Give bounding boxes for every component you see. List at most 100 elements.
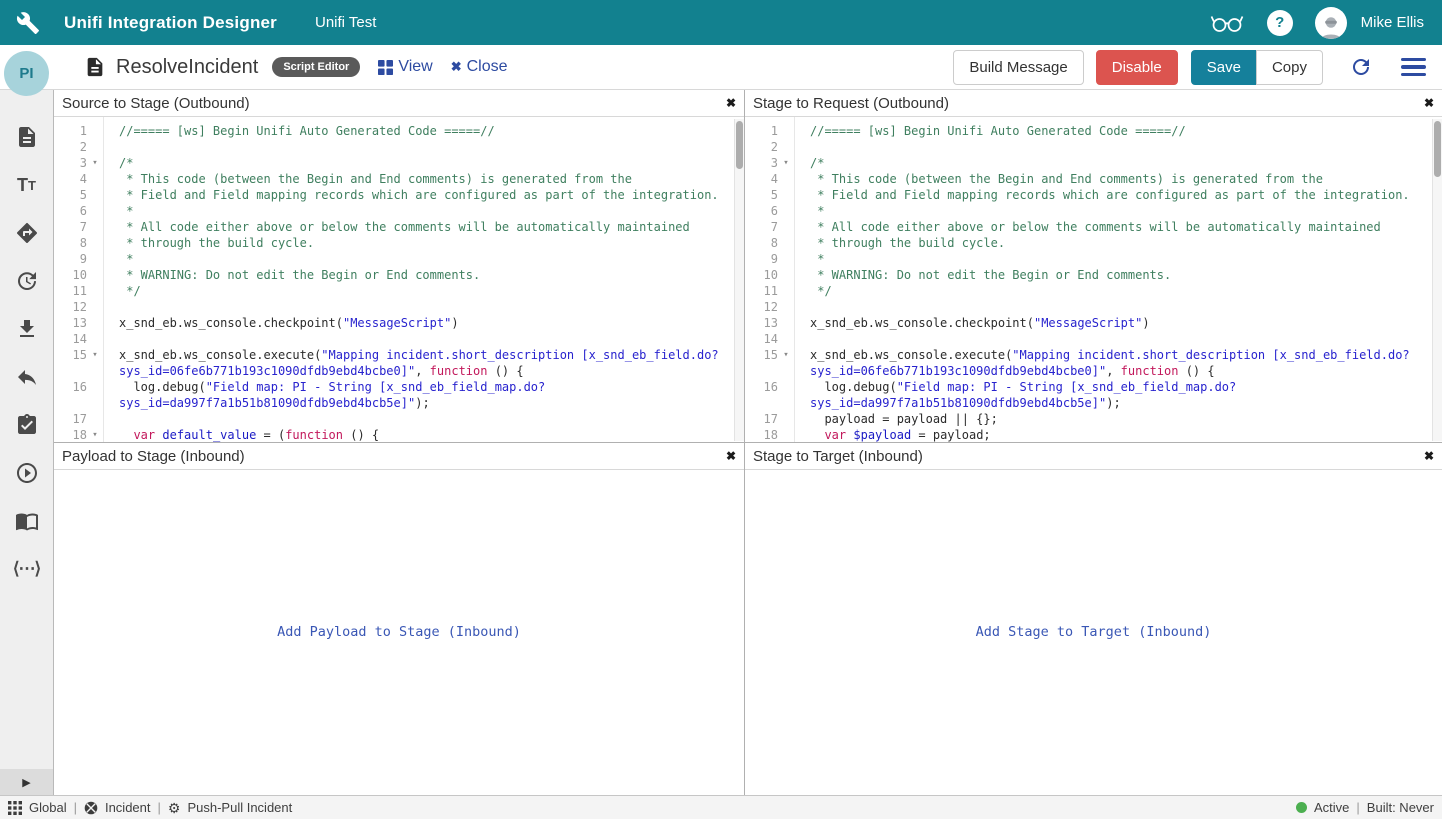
- fold-gutter: [778, 315, 794, 331]
- add-stage-to-target-link[interactable]: Add Stage to Target (Inbound): [976, 624, 1212, 640]
- table-label[interactable]: Incident: [105, 800, 151, 815]
- active-status-dot: [1296, 802, 1307, 813]
- code-text: payload = payload || {};: [794, 411, 998, 427]
- glasses-icon[interactable]: [1209, 13, 1245, 33]
- panel-close-icon[interactable]: ✖: [1424, 449, 1434, 463]
- fold-gutter: [778, 379, 794, 395]
- status-bar: Global | Incident | ⚙ Push-Pull Incident…: [0, 795, 1442, 819]
- history-icon[interactable]: [15, 269, 39, 293]
- fold-gutter: [778, 411, 794, 427]
- panel-payload-to-stage: Payload to Stage (Inbound) ✖ Add Payload…: [54, 443, 745, 795]
- code-text: */: [794, 283, 832, 299]
- close-button[interactable]: ✖ Close: [451, 58, 508, 76]
- refresh-icon[interactable]: [1349, 55, 1373, 79]
- fold-arrow-icon[interactable]: ▾: [87, 427, 103, 443]
- directions-icon[interactable]: [15, 221, 39, 245]
- integration-name[interactable]: Unifi Test: [315, 14, 376, 31]
- code-text: var $payload = payload;: [794, 427, 991, 443]
- app-title: Unifi Integration Designer: [64, 13, 277, 33]
- code-text: log.debug("Field map: PI - String [x_snd…: [794, 379, 1236, 395]
- code-text: [794, 139, 810, 155]
- text-format-icon[interactable]: TT: [15, 173, 39, 197]
- copy-button[interactable]: Copy: [1256, 50, 1323, 85]
- panel-stage-to-target: Stage to Target (Inbound) ✖ Add Stage to…: [745, 443, 1442, 795]
- fold-gutter: [778, 283, 794, 299]
- scrollbar[interactable]: [1432, 119, 1442, 441]
- code-line: 11 */: [745, 283, 1442, 299]
- line-number: 16: [745, 379, 778, 395]
- code-line: 7 * All code either above or below the c…: [54, 219, 744, 235]
- wrench-icon: [16, 11, 40, 35]
- code-line: 2: [54, 139, 744, 155]
- user-name[interactable]: Mike Ellis: [1361, 14, 1424, 31]
- sidebar-expand-arrow-icon[interactable]: ▶: [0, 769, 53, 795]
- code-text: /*: [794, 155, 824, 171]
- fold-gutter: [87, 235, 103, 251]
- help-icon[interactable]: ?: [1267, 10, 1293, 36]
- download-icon[interactable]: [15, 317, 39, 341]
- code-line: 1//===== [ws] Begin Unifi Auto Generated…: [54, 123, 744, 139]
- fold-gutter: [87, 123, 103, 139]
- fold-arrow-icon[interactable]: ▾: [87, 155, 103, 171]
- code-line: 16 log.debug("Field map: PI - String [x_…: [54, 379, 744, 395]
- line-number: 5: [54, 187, 87, 203]
- build-message-button[interactable]: Build Message: [953, 50, 1083, 85]
- code-text: * through the build cycle.: [103, 235, 314, 251]
- code-line: 12: [745, 299, 1442, 315]
- code-text: [103, 139, 119, 155]
- process-label[interactable]: Push-Pull Incident: [187, 800, 292, 815]
- panel-close-icon[interactable]: ✖: [726, 96, 736, 110]
- process-avatar[interactable]: PI: [4, 51, 49, 96]
- fold-gutter: [87, 411, 103, 427]
- document-icon[interactable]: [15, 125, 39, 149]
- panel-title: Source to Stage (Outbound): [62, 95, 726, 112]
- fold-arrow-icon[interactable]: ▾: [87, 347, 103, 363]
- menu-icon[interactable]: [1401, 58, 1426, 77]
- panel-close-icon[interactable]: ✖: [1424, 96, 1434, 110]
- code-line: 10 * WARNING: Do not edit the Begin or E…: [54, 267, 744, 283]
- code-text: //===== [ws] Begin Unifi Auto Generated …: [794, 123, 1186, 139]
- fold-arrow-icon[interactable]: ▾: [778, 347, 794, 363]
- run-icon[interactable]: [15, 461, 39, 485]
- code-icon[interactable]: ⟨⋯⟩: [15, 557, 39, 581]
- line-number: 9: [745, 251, 778, 267]
- built-label: Built: Never: [1367, 800, 1434, 815]
- code-text: sys_id=06fe6b771b193c1090dfdb9ebd4bcbe0]…: [794, 363, 1215, 379]
- fold-gutter: [87, 379, 103, 395]
- user-avatar[interactable]: [1315, 7, 1347, 39]
- line-number: [745, 363, 778, 379]
- code-text: sys_id=da997f7a1b51b81090dfdb9ebd4bcb5e]…: [103, 395, 430, 411]
- code-text: *: [794, 251, 824, 267]
- panel-close-icon[interactable]: ✖: [726, 449, 736, 463]
- scope-label[interactable]: Global: [29, 800, 67, 815]
- code-line: 9 *: [745, 251, 1442, 267]
- line-number: 3: [54, 155, 87, 171]
- code-text: * All code either above or below the com…: [794, 219, 1381, 235]
- code-line: 9 *: [54, 251, 744, 267]
- view-button[interactable]: View: [378, 58, 432, 76]
- documentation-icon[interactable]: [15, 509, 39, 533]
- line-number: 7: [745, 219, 778, 235]
- tasks-icon[interactable]: [15, 413, 39, 437]
- line-number: 2: [54, 139, 87, 155]
- code-line: 8 * through the build cycle.: [745, 235, 1442, 251]
- add-payload-to-stage-link[interactable]: Add Payload to Stage (Inbound): [277, 624, 521, 640]
- fold-arrow-icon[interactable]: ▾: [778, 155, 794, 171]
- undo-icon[interactable]: [15, 365, 39, 389]
- code-text: log.debug("Field map: PI - String [x_snd…: [103, 379, 545, 395]
- line-number: 2: [745, 139, 778, 155]
- code-text: * All code either above or below the com…: [103, 219, 690, 235]
- code-text: * Field and Field mapping records which …: [103, 187, 719, 203]
- code-editor-stage-to-request[interactable]: 1//===== [ws] Begin Unifi Auto Generated…: [745, 117, 1442, 443]
- fold-gutter: [778, 363, 794, 379]
- code-line: 18 var $payload = payload;: [745, 427, 1442, 443]
- fold-gutter: [87, 267, 103, 283]
- code-text: * WARNING: Do not edit the Begin or End …: [103, 267, 480, 283]
- line-number: 11: [54, 283, 87, 299]
- save-button[interactable]: Save: [1191, 50, 1257, 85]
- code-line: 5 * Field and Field mapping records whic…: [745, 187, 1442, 203]
- line-number: 15: [54, 347, 87, 363]
- scrollbar[interactable]: [734, 119, 744, 441]
- code-editor-source-to-stage[interactable]: 1//===== [ws] Begin Unifi Auto Generated…: [54, 117, 744, 443]
- disable-button[interactable]: Disable: [1096, 50, 1178, 85]
